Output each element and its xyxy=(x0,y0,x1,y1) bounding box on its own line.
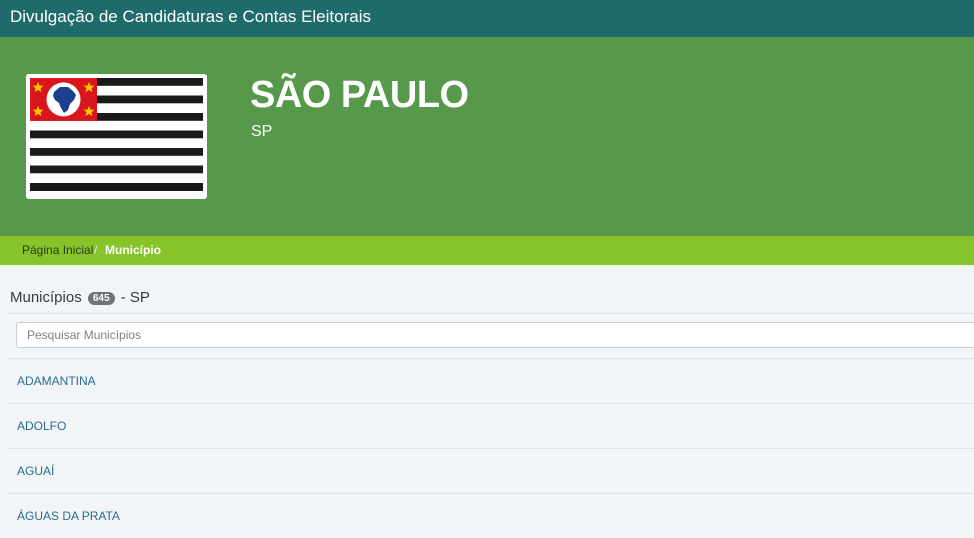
search-municipalities-input[interactable] xyxy=(16,322,974,348)
sao-paulo-flag-icon xyxy=(26,74,207,199)
state-uf: SP xyxy=(251,123,273,140)
municipalities-heading-suffix: - SP xyxy=(120,289,150,306)
breadcrumb-current: Município xyxy=(105,243,161,257)
municipalities-list: ADAMANTINA ADOLFO AGUAÍ ÁGUAS DA PRATA xyxy=(8,358,974,538)
state-name: SÃO PAULO xyxy=(250,74,469,116)
state-header: SÃO PAULO SP xyxy=(0,37,974,236)
municipalities-panel: Municípios 645 - SP ADAMANTINA ADOLFO AG… xyxy=(0,265,974,534)
municipalities-heading: Municípios 645 - SP xyxy=(10,289,150,307)
breadcrumb-separator: / xyxy=(94,243,98,257)
municipality-list-item[interactable]: ÁGUAS DA PRATA xyxy=(8,493,974,538)
municipality-list-item[interactable]: ADAMANTINA xyxy=(8,358,974,403)
municipalities-count-badge: 645 xyxy=(87,292,115,305)
breadcrumb-home-link[interactable]: Página Inicial xyxy=(22,236,93,265)
breadcrumb: Página Inicial / Município xyxy=(0,236,974,265)
app-title: Divulgação de Candidaturas e Contas Elei… xyxy=(10,7,371,26)
panel-divider xyxy=(8,313,974,314)
top-bar: Divulgação de Candidaturas e Contas Elei… xyxy=(0,0,974,37)
municipalities-heading-label: Municípios xyxy=(10,289,82,306)
municipality-list-item[interactable]: AGUAÍ xyxy=(8,448,974,493)
municipality-list-item[interactable]: ADOLFO xyxy=(8,403,974,448)
